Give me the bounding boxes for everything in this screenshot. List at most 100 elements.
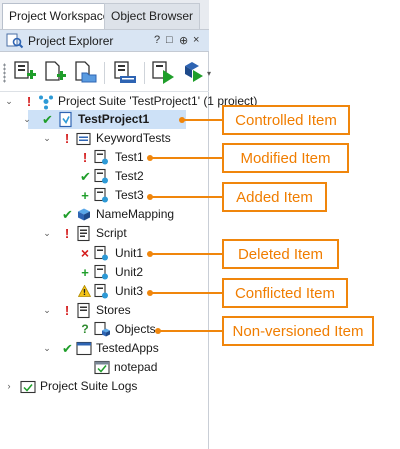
tree-item-project-suite[interactable]: ⌄ ! Project Suite 'TestProject1' (1 proj…: [0, 92, 257, 111]
chevron-down-icon[interactable]: ▾: [207, 69, 211, 78]
status-deleted-icon: ×: [80, 245, 90, 261]
script-unit-icon: [94, 283, 108, 299]
tree-item-label: TestedApps: [96, 341, 159, 355]
chevron-down-icon[interactable]: ⌄: [42, 129, 52, 148]
tree-item-namemapping[interactable]: ✔ NameMapping: [60, 205, 205, 224]
callout-controlled-item: Controlled Item: [222, 105, 350, 135]
script-icon: [77, 225, 90, 242]
help-button[interactable]: ?: [154, 34, 160, 46]
tree-item-label: notepad: [114, 360, 158, 374]
leader-dot: [179, 117, 185, 123]
toolbar-separator: [104, 62, 105, 84]
source-control-icon[interactable]: [112, 60, 138, 86]
tree-item-script[interactable]: ⌄ ! Script: [42, 224, 192, 243]
tree-item-test2[interactable]: ✔ Test2: [80, 167, 190, 186]
tab-project-workspace[interactable]: Project Workspace: [2, 3, 117, 29]
float-button[interactable]: □: [166, 34, 173, 46]
callout-nonversioned-item: Non-versioned Item: [222, 316, 374, 346]
chevron-down-icon[interactable]: ⌄: [42, 224, 52, 243]
leader-line: [150, 196, 222, 198]
tree-item-testedapps[interactable]: ⌄ ✔ TestedApps: [42, 339, 192, 358]
tree-item-label: Project Suite Logs: [40, 379, 138, 393]
tree-item-label: Test1: [115, 150, 144, 164]
tree-item-label: Unit1: [115, 246, 144, 260]
explorer-toolbar: ▾: [0, 53, 211, 92]
tree-item-label: Test2: [115, 169, 144, 183]
status-controlled-icon: ✔: [80, 169, 91, 184]
status-controlled-icon: ✔: [42, 112, 53, 127]
tree-item-label: KeywordTests: [96, 131, 171, 145]
callout-deleted-item: Deleted Item: [222, 239, 339, 269]
project-icon: [59, 111, 72, 128]
run-project-icon[interactable]: [150, 60, 176, 86]
keyword-test-icon: [94, 168, 108, 184]
status-controlled-icon: ✔: [62, 207, 73, 222]
leader-line: [158, 330, 222, 332]
chevron-right-icon[interactable]: ›: [4, 377, 14, 396]
project-explorer-header: Project Explorer ? □ ⊕ ×: [0, 30, 209, 52]
tree-item-testproject1[interactable]: ⌄ ✔ TestProject1: [23, 110, 186, 129]
tree-item-label: Unit3: [115, 284, 144, 298]
script-unit-icon: [94, 245, 108, 261]
tree-item-label: Objects: [115, 322, 156, 336]
status-controlled-icon: ✔: [62, 341, 73, 356]
tree-item-label: Stores: [96, 303, 131, 317]
leader-line: [182, 119, 222, 121]
warning-triangle-icon: !: [78, 285, 91, 297]
pin-button[interactable]: ⊕: [179, 34, 188, 47]
chevron-down-icon[interactable]: ⌄: [22, 110, 32, 129]
tree-item-label: TestProject1: [78, 112, 150, 126]
tree-item-keywordtests[interactable]: ⌄ ! KeywordTests: [42, 129, 202, 148]
callout-conflicted-item: Conflicted Item: [222, 278, 348, 308]
leader-dot: [147, 251, 153, 257]
status-modified-icon: !: [82, 150, 88, 165]
add-new-item-icon[interactable]: [42, 60, 68, 86]
close-panel-button[interactable]: ×: [193, 34, 199, 46]
project-explorer-icon: [6, 33, 24, 49]
tree-item-label: NameMapping: [96, 207, 175, 221]
tab-object-browser[interactable]: Object Browser: [104, 3, 201, 29]
name-mapping-icon: [78, 208, 90, 221]
project-explorer-title: Project Explorer: [28, 34, 114, 48]
leader-dot: [155, 328, 161, 334]
tested-apps-icon: [76, 341, 92, 356]
tree-item-stores[interactable]: ⌄ ! Stores: [42, 301, 192, 320]
leader-dot: [147, 194, 153, 200]
leader-line: [150, 253, 222, 255]
status-modified-icon: !: [64, 226, 70, 241]
svg-text:!: !: [83, 288, 87, 297]
stores-icon: [77, 302, 90, 319]
keyword-test-icon: [94, 187, 108, 203]
open-folder-icon[interactable]: [72, 60, 98, 86]
leader-line: [150, 157, 222, 159]
leader-line: [150, 292, 222, 294]
toolbar-separator: [144, 62, 145, 84]
application-icon: [94, 360, 110, 375]
leader-dot: [147, 290, 153, 296]
script-unit-icon: [94, 264, 108, 280]
add-new-project-icon[interactable]: [12, 60, 38, 86]
chevron-down-icon[interactable]: ⌄: [42, 339, 52, 358]
chevron-down-icon[interactable]: ⌄: [4, 92, 14, 111]
status-modified-icon: !: [64, 131, 70, 146]
workspace-panel: Project Workspace Object Browser Project…: [0, 0, 257, 449]
keyword-test-icon: [94, 149, 108, 165]
keyword-tests-icon: [76, 132, 91, 146]
status-nonversioned-icon: ?: [81, 322, 89, 336]
toolbar-grip[interactable]: [3, 63, 6, 83]
tree-item-notepad[interactable]: notepad: [94, 358, 194, 377]
tree-item-unit2[interactable]: + Unit2: [80, 263, 190, 282]
tree-item-project-suite-logs[interactable]: › Project Suite Logs: [0, 377, 209, 396]
project-suite-icon: [39, 95, 53, 110]
run-options-icon[interactable]: [180, 60, 206, 86]
status-modified-icon: !: [26, 94, 32, 109]
logs-icon: [20, 380, 36, 394]
objects-icon: [94, 321, 110, 337]
tree-item-label: Script: [96, 226, 127, 240]
tree-item-label: Test3: [115, 188, 144, 202]
status-added-icon: +: [81, 265, 89, 280]
status-added-icon: +: [81, 188, 89, 203]
tree-item-label: Unit2: [115, 265, 144, 279]
tab-strip: Project Workspace Object Browser: [0, 0, 209, 30]
chevron-down-icon[interactable]: ⌄: [42, 301, 52, 320]
